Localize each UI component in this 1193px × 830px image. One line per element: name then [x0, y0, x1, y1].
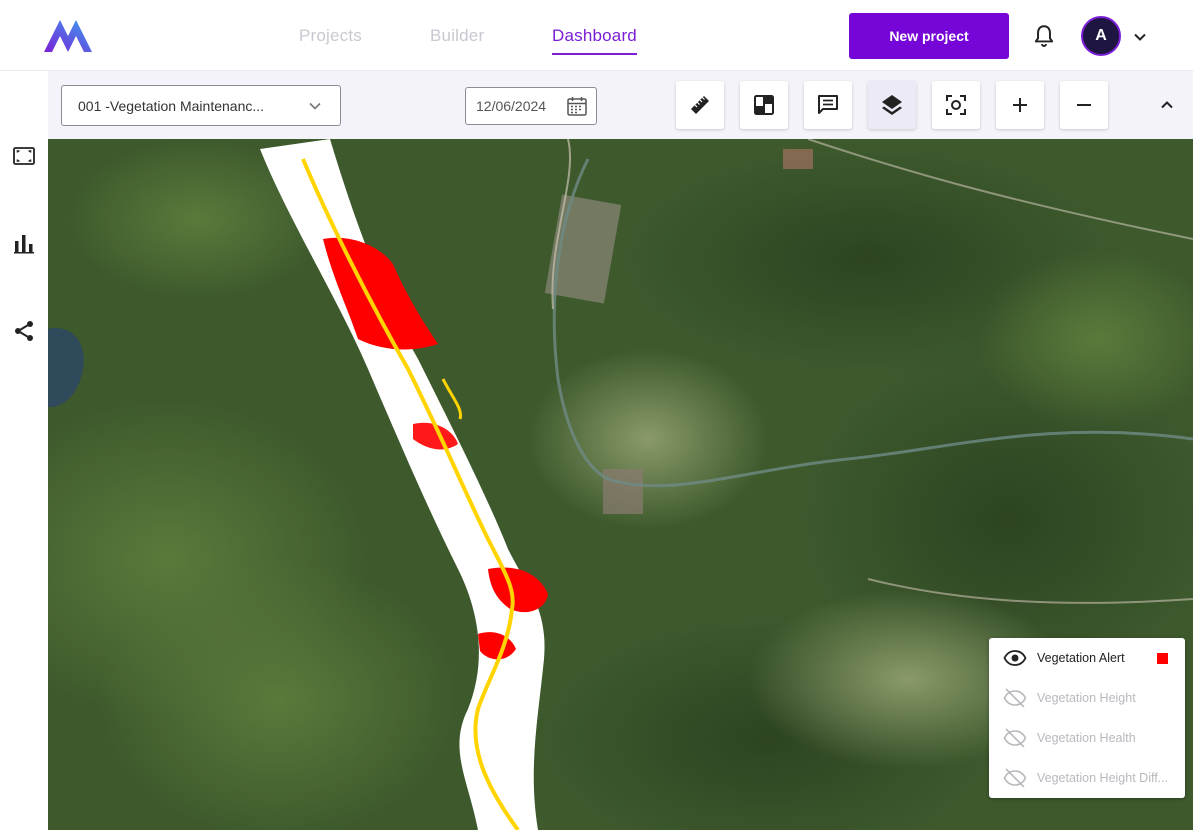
compare-map-icon — [754, 95, 774, 115]
eye-icon[interactable] — [1003, 646, 1027, 670]
legend-label: Vegetation Alert — [1037, 651, 1125, 665]
nav-builder[interactable]: Builder — [430, 26, 484, 46]
eye-off-icon[interactable] — [1003, 726, 1027, 750]
focus-icon — [946, 95, 966, 115]
layers-button[interactable] — [868, 81, 916, 129]
zoom-out-icon — [1077, 104, 1091, 106]
comment-icon — [818, 95, 838, 114]
comment-button[interactable] — [804, 81, 852, 129]
measure-button[interactable] — [676, 81, 724, 129]
compare-map-button[interactable] — [740, 81, 788, 129]
alert-color-swatch — [1157, 653, 1168, 664]
map-toolbar: 001 -Vegetation Maintenanc... 12/06/2024 — [48, 71, 1193, 139]
legend-label: Vegetation Health — [1037, 731, 1136, 745]
eye-off-icon[interactable] — [1003, 686, 1027, 710]
nav-projects[interactable]: Projects — [299, 26, 362, 46]
legend-item-vegetation-alert[interactable]: Vegetation Alert — [1003, 646, 1183, 670]
legend-label: Vegetation Height Diff... — [1037, 771, 1169, 785]
calendar-icon[interactable] — [566, 95, 588, 117]
project-select-value: 001 -Vegetation Maintenanc... — [78, 98, 265, 114]
collapse-toolbar-chevron-icon[interactable] — [1159, 97, 1175, 113]
project-select[interactable]: 001 -Vegetation Maintenanc... — [61, 85, 341, 126]
share-icon[interactable] — [12, 319, 36, 343]
zoom-out-button[interactable] — [1060, 81, 1108, 129]
top-bar: Projects Builder Dashboard New project A — [0, 0, 1193, 71]
legend-item-vegetation-height[interactable]: Vegetation Height — [1003, 686, 1183, 710]
account-menu-chevron-icon[interactable] — [1132, 29, 1148, 45]
layers-icon — [882, 95, 902, 115]
nav-dashboard[interactable]: Dashboard — [552, 26, 637, 55]
legend-item-vegetation-health[interactable]: Vegetation Health — [1003, 726, 1183, 750]
date-field[interactable]: 12/06/2024 — [465, 87, 597, 125]
legend-label: Vegetation Height — [1037, 691, 1136, 705]
notification-bell-icon[interactable] — [1031, 23, 1057, 49]
left-sidebar — [0, 71, 48, 830]
area-select-icon[interactable] — [12, 144, 36, 168]
new-project-button[interactable]: New project — [849, 13, 1009, 59]
app-logo[interactable] — [44, 18, 92, 54]
layer-legend: Vegetation Alert Vegetation Height Veget… — [989, 638, 1185, 798]
focus-button[interactable] — [932, 81, 980, 129]
user-avatar[interactable]: A — [1081, 16, 1121, 56]
zoom-in-button[interactable] — [996, 81, 1044, 129]
zoom-in-icon — [1013, 98, 1027, 112]
bar-chart-icon[interactable] — [12, 232, 36, 256]
legend-item-vegetation-height-diff[interactable]: Vegetation Height Diff... — [1003, 766, 1183, 790]
chevron-down-icon — [309, 102, 321, 110]
date-value: 12/06/2024 — [476, 98, 547, 114]
ruler-icon — [691, 96, 709, 114]
eye-off-icon[interactable] — [1003, 766, 1027, 790]
